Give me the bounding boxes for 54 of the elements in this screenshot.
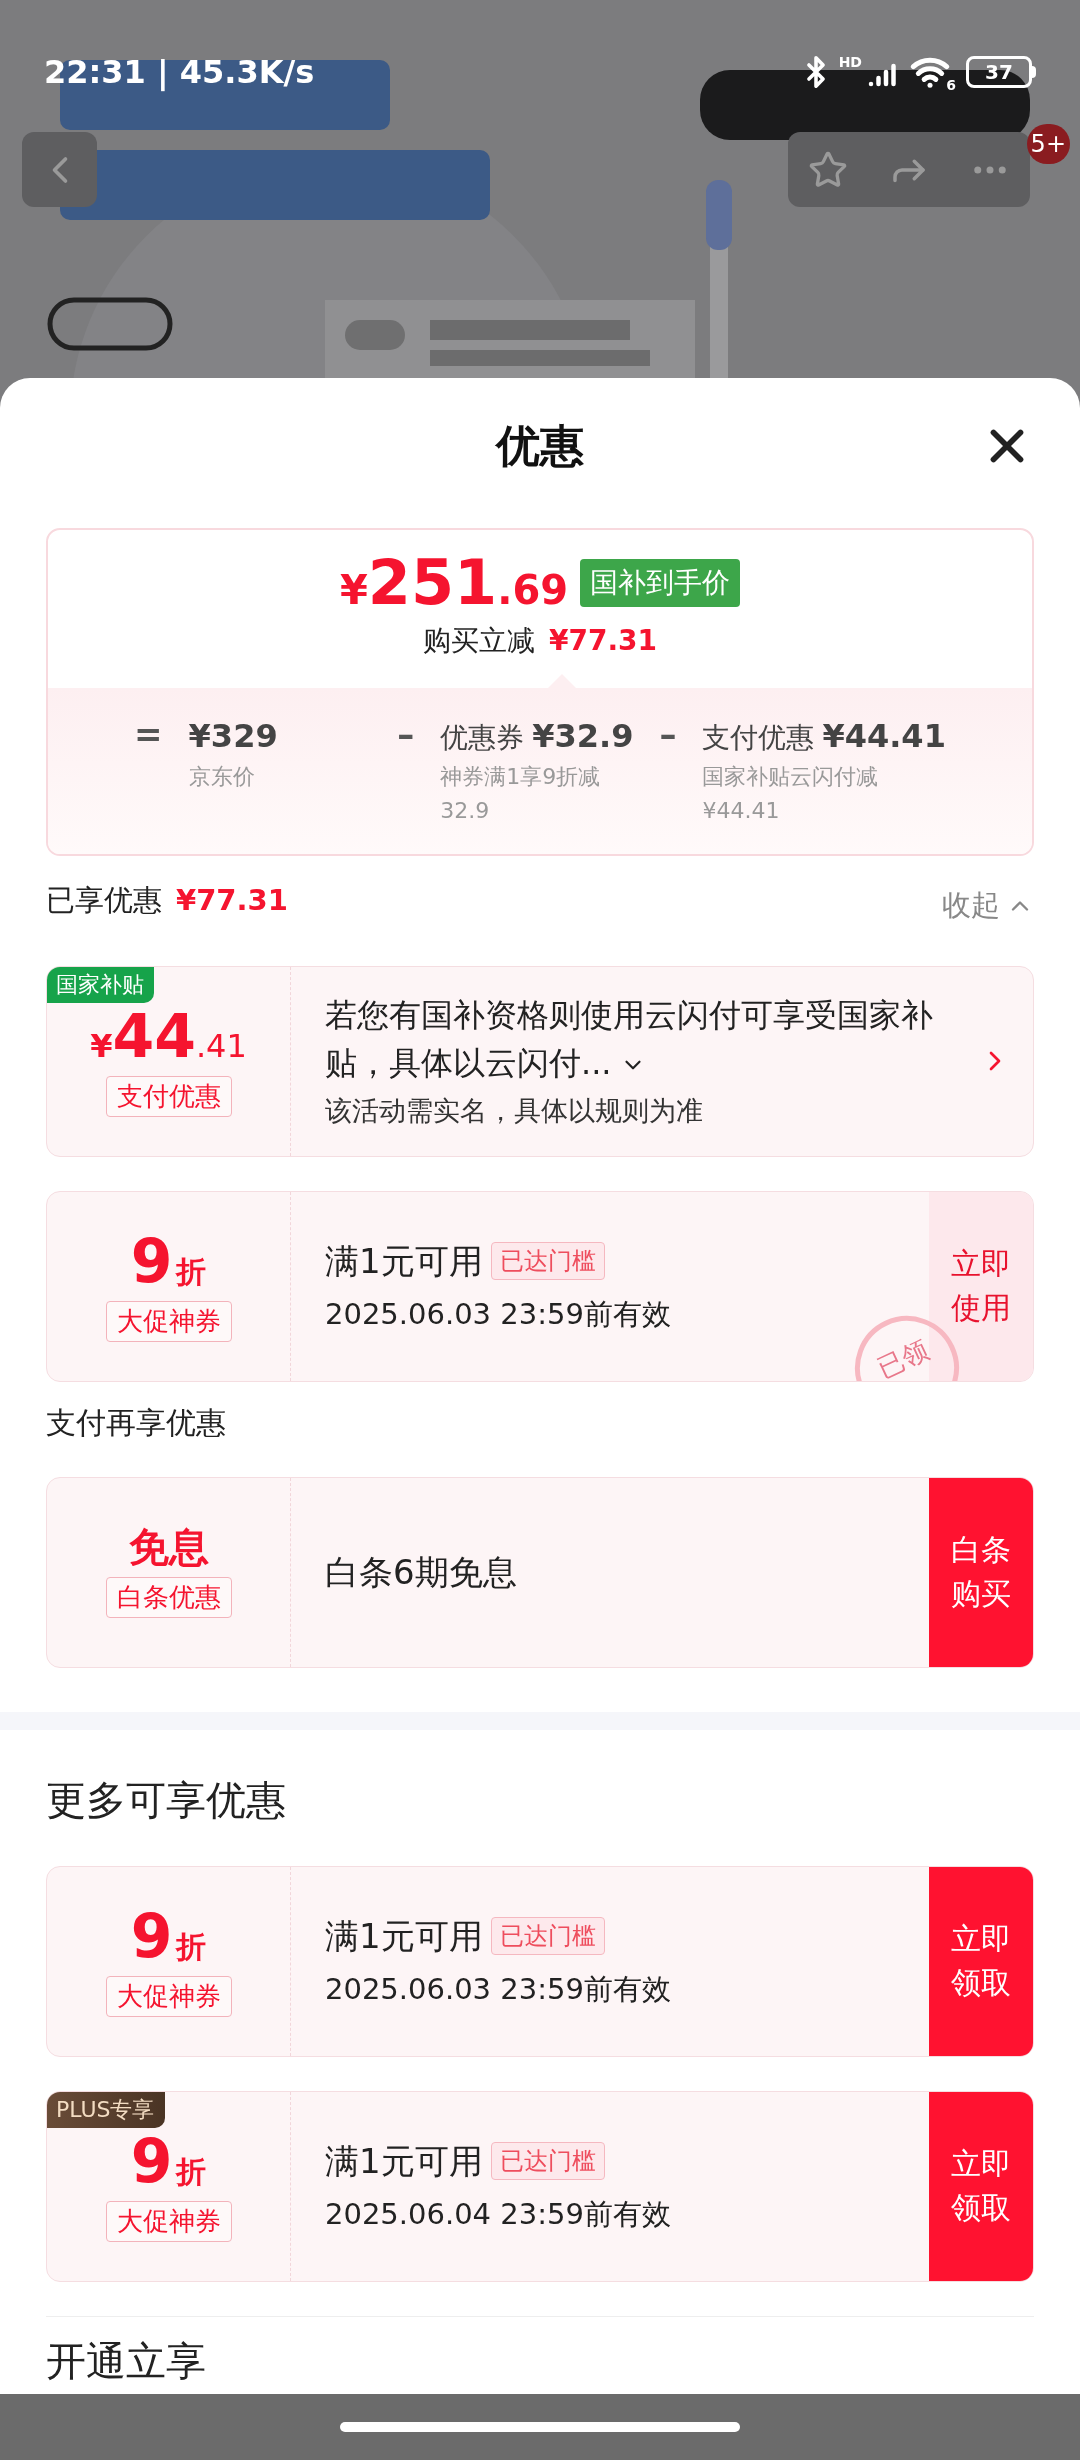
final-price: ¥251.69 [339,552,569,614]
threshold-badge: 已达门槛 [490,2142,605,2181]
offer-type-tag: 大促神券 [105,1975,232,2017]
offer-type-tag: 支付优惠 [105,1075,232,1117]
status-time: 22:31 | 45.3K/s [44,52,315,93]
threshold-badge: 已达门槛 [490,1242,605,1281]
offer-type-tag: 白条优惠 [105,1576,232,1618]
breakdown-amount: ¥44.41 [822,716,946,757]
breakdown-amount: ¥329 [188,716,278,757]
breakdown-label: 支付优惠 [702,720,815,756]
offer-note: 该活动需实名，具体以规则为准 [325,1093,704,1128]
ribbon-label: PLUS专享 [47,2091,165,2128]
operator-sign: – [659,713,677,756]
price-tag: 国补到手价 [580,559,741,607]
coupon-validity: 2025.06.03 23:59前有效 [325,1295,672,1333]
offer-type-tag: 大促神券 [105,1300,232,1342]
coupon-condition: 满1元可用 [325,1239,483,1283]
discount-value: 9折 [130,2130,207,2191]
discount-value: 9折 [130,1905,207,1966]
action-button[interactable]: 立即领取 [929,2091,1033,2281]
coupon-validity: 2025.06.03 23:59前有效 [325,1970,672,2008]
breakdown-amount: ¥32.9 [532,716,634,757]
wifi-band-label: 6 [946,76,956,95]
saving-label: 购买立减 [422,623,535,659]
coupon-validity: 2025.06.04 23:59前有效 [325,2195,672,2233]
section-title: 已享优惠 [46,882,162,919]
back-button[interactable] [22,132,97,207]
discount-value: ¥44.41 [90,1005,247,1066]
offer-description: 若您有国补资格则使用云闪付可享受国家补贴，具体以云闪付... [325,994,934,1084]
collapse-toggle[interactable]: 收起 [942,884,1034,928]
section-title: 更多可享优惠 [46,1775,287,1825]
coupon-condition: 满1元可用 [325,1914,483,1958]
coupon-condition: 满1元可用 [325,2139,483,2183]
offer-description: 白条6期免息 [325,1550,518,1594]
section-title: 开通立享 [46,2336,207,2385]
discount-value: 9折 [130,1230,207,1291]
battery-level: 37 [985,62,1013,82]
saving-amount: ¥77.31 [548,623,658,659]
offer-type-tag: 大促神券 [105,2200,232,2242]
breakdown-label: 优惠券 [440,720,525,756]
operator-sign: = [134,713,163,756]
breakdown-note: 神券满1享9折减32.9 [440,763,602,825]
threshold-badge: 已达门槛 [490,1917,605,1956]
operator-sign: – [397,713,415,756]
sheet-title: 优惠 [496,419,584,473]
applied-amount: ¥77.31 [176,882,288,919]
ribbon-label: 国家补贴 [47,966,154,1003]
breakdown-note: 京东价 [188,763,256,791]
breakdown-note: 国家补贴云闪付减¥44.41 [702,763,880,825]
network-type: HD [838,53,862,72]
action-button[interactable]: 白条购买 [929,1477,1033,1667]
action-button[interactable]: 立即领取 [929,1866,1033,2056]
discount-value: 免息 [128,1526,209,1567]
section-title: 支付再享优惠 [46,1403,227,1442]
